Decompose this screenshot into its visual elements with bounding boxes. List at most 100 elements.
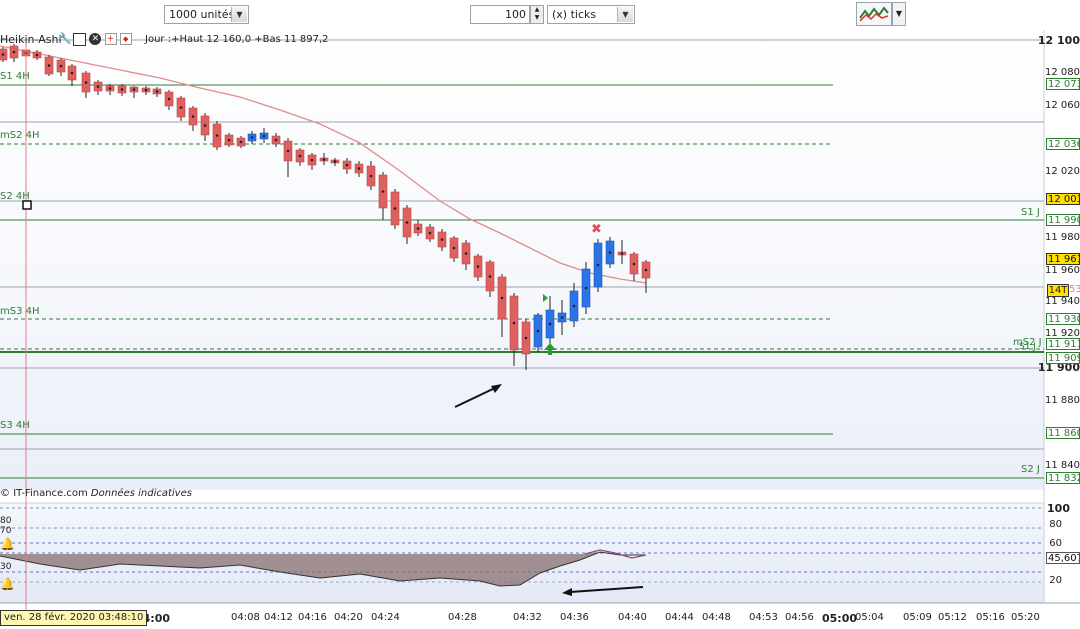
- time-tick: 04:48: [702, 612, 731, 623]
- candle-dot: [1, 53, 5, 56]
- osc-left-label: 30: [0, 562, 12, 572]
- price-pane-bg: [0, 30, 1044, 490]
- time-tick: 05:20: [1011, 612, 1040, 623]
- level-price-box: 11 909: [1046, 352, 1080, 364]
- time-tick: 04:12: [264, 612, 293, 623]
- candle-dot: [286, 149, 290, 153]
- candle-dot: [84, 81, 88, 84]
- time-tick: 04:28: [448, 612, 477, 623]
- source-note: Données indicatives: [90, 488, 192, 499]
- level-label-s1-4h: S1 4H: [0, 71, 30, 82]
- candle-dot: [416, 227, 420, 230]
- price-tick: 11 840: [1045, 460, 1080, 471]
- candle-dot: [239, 140, 243, 144]
- candle-dot: [215, 134, 219, 137]
- price-tick: 12 020: [1045, 166, 1080, 177]
- candle-dot: [70, 71, 74, 75]
- time-tick: 04:16: [298, 612, 327, 623]
- osc-tick: 80: [1049, 519, 1062, 530]
- bell-icon[interactable]: 🔔: [0, 577, 15, 591]
- wrench-icon[interactable]: 🔧: [58, 33, 72, 45]
- candle-dot: [132, 88, 136, 91]
- time-tick: 04:56: [785, 612, 814, 623]
- osc-tick: 60: [1049, 538, 1062, 549]
- candle-dot: [179, 106, 183, 109]
- level-label-s1-j-alt: S1 J: [1019, 342, 1036, 352]
- candle-dot: [59, 64, 63, 68]
- candle-dot: [500, 296, 504, 300]
- price-tick: 12 100: [1037, 34, 1080, 47]
- time-tick: 05:09: [903, 612, 932, 623]
- level-label-ms2-4h: mS2 4H: [0, 130, 40, 141]
- candle-dot: [274, 138, 278, 142]
- level-label-ms3-4h: mS3 4H: [0, 306, 40, 317]
- price-tick: 11 980: [1045, 232, 1080, 243]
- level-label-s3-4h: S3 4H: [0, 420, 30, 431]
- candle-dot: [584, 286, 588, 290]
- time-tick: 04:08: [231, 612, 260, 623]
- osc-left-label: 80: [0, 516, 12, 526]
- osc-value-box: 45,607: [1046, 552, 1080, 564]
- candle-dot: [632, 262, 636, 266]
- osc-tick: 20: [1049, 575, 1062, 586]
- candle-dot: [608, 251, 612, 254]
- close-icon[interactable]: ✕: [89, 33, 102, 45]
- copyright-icon: ©: [0, 488, 10, 499]
- level-label-s2-j: S2 J: [1021, 464, 1040, 475]
- candle-dot: [191, 115, 195, 118]
- current-price-box: 11 961: [1046, 253, 1080, 265]
- time-tick: 04:40: [618, 612, 647, 623]
- add-icon[interactable]: +: [104, 33, 117, 45]
- candle-dot: [452, 246, 456, 250]
- candle-dot: [644, 268, 648, 272]
- time-tick: 05:00: [822, 612, 858, 625]
- time-tick: 04:32: [513, 612, 542, 623]
- candle-dot: [512, 321, 516, 325]
- candle-dot: [108, 87, 112, 90]
- window-icon[interactable]: [73, 33, 87, 46]
- time-tick: 04:20: [334, 612, 363, 623]
- price-tick: 11 880: [1045, 395, 1080, 406]
- candle-dot: [381, 190, 385, 193]
- candle-dot: [345, 163, 349, 167]
- candle-dot: [322, 158, 326, 161]
- candle-dot: [428, 231, 432, 235]
- move-icon[interactable]: ◆: [119, 33, 132, 45]
- time-tick: 04:44: [665, 612, 694, 623]
- indicator-title: Heikin-Ashi: [0, 33, 62, 46]
- candle-dot: [405, 221, 409, 224]
- candle-dot: [596, 263, 600, 267]
- candle-dot: [203, 124, 207, 127]
- candle-dot: [548, 322, 552, 326]
- level-label-s2-4h: S2 4H: [0, 191, 30, 202]
- osc-left-label: 70: [0, 526, 12, 536]
- level-price-box: 11 911: [1046, 338, 1080, 350]
- countdown-tag: 14T: [1047, 284, 1069, 297]
- candle-dot: [262, 134, 266, 138]
- source-credit: © IT-Finance.com Données indicatives: [0, 488, 192, 499]
- candle-dot: [333, 160, 337, 163]
- candle-dot: [560, 316, 564, 319]
- bell-icon[interactable]: 🔔: [0, 537, 15, 551]
- sell-signal-cross: ✖: [591, 222, 602, 237]
- chart-header-icons: 🔧 ✕ + ◆: [58, 33, 132, 46]
- candle-dot: [47, 64, 51, 67]
- candle-dot: [96, 85, 100, 88]
- time-tick: 04:24: [371, 612, 400, 623]
- candle-dot: [144, 88, 148, 92]
- level-price-box: 11 930: [1046, 313, 1080, 325]
- candle-dot: [572, 304, 576, 308]
- time-tick: 05:12: [938, 612, 967, 623]
- candle-dot: [464, 252, 468, 255]
- candle-dot: [310, 158, 314, 162]
- price-chart[interactable]: ✖: [0, 0, 1080, 629]
- price-tick: 12 060: [1045, 100, 1080, 111]
- time-tick: 04:36: [560, 612, 589, 623]
- countdown-partial: 53: [1069, 284, 1080, 295]
- candle-dot: [298, 154, 302, 158]
- candle-dot: [620, 252, 624, 255]
- candle-dot: [369, 174, 373, 178]
- price-tick: 12 080: [1045, 67, 1080, 78]
- osc-tick: 100: [1047, 502, 1070, 515]
- time-tick: 05:04: [855, 612, 884, 623]
